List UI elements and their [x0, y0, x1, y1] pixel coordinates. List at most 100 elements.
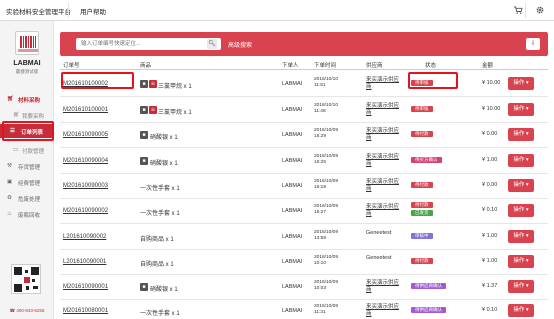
- orderer: LABMAI: [282, 81, 303, 87]
- order-number-link[interactable]: M201610090004: [63, 158, 108, 164]
- status-badge: 待供应商确认: [411, 283, 446, 289]
- sidebar-item-label: 危废处理: [18, 197, 41, 203]
- orderer: LABMAI: [282, 259, 303, 265]
- order-search-input[interactable]: [76, 38, 221, 50]
- sidebar-item-label: 经费管理: [18, 181, 41, 187]
- goods-name: 自购商品 x 1: [140, 237, 174, 243]
- column-header-order-time: 下单时间: [314, 63, 337, 69]
- sidebar-item-label: 材料采购: [18, 98, 41, 104]
- status-badge: 待付款: [411, 202, 433, 208]
- supplier-link[interactable]: 来买演示供应商: [366, 154, 399, 168]
- goods-icon: ■: [140, 131, 148, 139]
- supplier-link[interactable]: 来买演示供应商: [366, 179, 399, 193]
- sidebar-item-payment[interactable]: ▭ 付款管理: [0, 144, 54, 156]
- sidebar-item-my-purchase[interactable]: 🛒︎ 我要采购: [0, 109, 54, 121]
- operation-dropdown-button[interactable]: 操作 ▾: [508, 230, 534, 243]
- orderer: LABMAI: [282, 183, 303, 189]
- order-number-link[interactable]: M201610100001: [63, 107, 108, 113]
- orderer: LABMAI: [282, 158, 303, 164]
- order-time: 2016/10/09 10:03: [314, 280, 339, 291]
- cart-icon[interactable]: [512, 5, 523, 16]
- system-title[interactable]: 实验材料安全管理平台: [6, 6, 71, 16]
- operation-dropdown-button[interactable]: 操作 ▾: [508, 255, 534, 268]
- status-badge: 待付款: [411, 258, 433, 264]
- order-number-link[interactable]: M201610080001: [63, 308, 108, 314]
- qr-code: [11, 264, 41, 294]
- order-number-link[interactable]: M201610090001: [63, 284, 108, 290]
- order-amount: ¥ 1.00: [482, 258, 498, 264]
- top-navbar: 实验材料安全管理平台 用户帮助: [0, 0, 554, 21]
- goods-icon: ■: [140, 283, 148, 291]
- supplier-link[interactable]: 来买演示供应商: [366, 128, 399, 142]
- operation-dropdown-button[interactable]: 操作 ▾: [508, 154, 534, 167]
- order-time: 2016/10/09 16:18: [314, 179, 339, 190]
- orderer: LABMAI: [282, 234, 303, 240]
- sidebar-item-funds[interactable]: ▣ 经费管理: [0, 176, 54, 188]
- goods-name: 一次性手套 x 1: [140, 211, 180, 217]
- order-number-link[interactable]: L201610090002: [63, 234, 106, 240]
- supplier-link[interactable]: 来买演示供应商: [366, 77, 399, 91]
- order-time: 2016/10/09 16:25: [314, 154, 339, 165]
- operation-dropdown-button[interactable]: 操作 ▾: [508, 77, 534, 90]
- search-icon[interactable]: 🔍︎: [207, 39, 217, 49]
- sidebar-item-label: 我要采购: [22, 114, 45, 120]
- operation-dropdown-button[interactable]: 操作 ▾: [508, 204, 534, 217]
- sidebar-item-hazardous-waste[interactable]: ♻ 危废处理: [0, 192, 54, 204]
- order-amount: ¥ 10.00: [482, 80, 501, 86]
- goods-name: 硝酸银 x 1: [150, 287, 178, 293]
- operation-dropdown-button[interactable]: 操作 ▾: [508, 103, 534, 116]
- supplier-link[interactable]: Geneetest: [366, 255, 391, 262]
- orderer: LABMAI: [282, 308, 303, 314]
- table-row: L201610090001 自购商品 x 1 LABMAI 2016/10/09 10:…: [60, 249, 548, 275]
- supplier-link[interactable]: 来买演示供应商: [366, 103, 399, 117]
- box-icon: ⚒: [7, 163, 12, 169]
- sidebar-item-label: 存货管理: [18, 165, 41, 171]
- supplier-link[interactable]: 来买演示供应商: [366, 280, 399, 294]
- order-number-link[interactable]: M201610090005: [63, 132, 108, 138]
- goods-name: 硝酸银 x 1: [150, 135, 178, 141]
- order-amount: ¥ 0.10: [482, 207, 498, 213]
- order-number-link[interactable]: L201610090001: [63, 259, 106, 265]
- sidebar-item-inventory[interactable]: ⚒ 存货管理: [0, 160, 54, 172]
- search-bar: 🔍︎ 高级搜索 ⇩: [60, 32, 548, 56]
- hazard-icon: ☠: [149, 106, 157, 114]
- supplier-link[interactable]: 来买演示供应商: [366, 304, 399, 318]
- operation-dropdown-button[interactable]: 操作 ▾: [508, 179, 534, 192]
- column-header-supplier: 供应商: [366, 63, 383, 69]
- help-link[interactable]: 用户帮助: [80, 6, 106, 16]
- goods-name: 硝酸银 x 1: [150, 161, 178, 167]
- supplier-link[interactable]: 来买演示供应商: [366, 204, 399, 218]
- download-icon[interactable]: ⇩: [526, 38, 540, 50]
- goods-name: 一次性手套 x 1: [140, 186, 180, 192]
- order-time: 2016/10/09 15:27: [314, 204, 339, 215]
- column-header-goods: 商品: [140, 63, 152, 69]
- hazard-icon: ☠: [149, 80, 157, 88]
- table-row: M201610090003 一次性手套 x 1 LABMAI 2016/10/09 16…: [60, 173, 548, 199]
- operation-dropdown-button[interactable]: 操作 ▾: [508, 304, 534, 317]
- status-badge: 待审核: [411, 106, 433, 112]
- column-header-amount: 金额: [482, 63, 494, 69]
- supplier-link[interactable]: Geneetest: [366, 230, 391, 237]
- order-amount: ¥ 1.37: [482, 283, 498, 289]
- operation-dropdown-button[interactable]: 操作 ▾: [508, 128, 534, 141]
- goods-icon: ■: [140, 106, 148, 114]
- sidebar-item-material-purchase[interactable]: 🛒︎ 材料采购: [0, 93, 54, 105]
- order-number-link[interactable]: M201610090003: [63, 183, 108, 189]
- operation-dropdown-button[interactable]: 操作 ▾: [508, 280, 534, 293]
- order-time: 2016/10/09 13:59: [314, 230, 339, 241]
- order-amount: ¥ 10.00: [482, 106, 501, 112]
- gear-icon[interactable]: [534, 5, 545, 16]
- recycle-icon: ♻: [7, 195, 12, 201]
- sidebar-item-bottle-recycling[interactable]: ♨ 废瓶回收: [0, 208, 54, 220]
- advanced-search-link[interactable]: 高级搜索: [228, 40, 252, 49]
- status-badge: 待供应商确认: [411, 307, 446, 313]
- order-number-link[interactable]: M201610090002: [63, 208, 108, 214]
- order-amount: ¥ 0.00: [482, 131, 498, 137]
- cart-icon: 🛒︎: [7, 96, 14, 102]
- goods-icon: ■: [140, 157, 148, 165]
- order-time: 2016/10/10 11:48: [314, 103, 339, 114]
- orderer: LABMAI: [282, 107, 303, 113]
- table-row: M201610090001 ■ 硝酸银 x 1 LABMAI 2016/10/09 10:…: [60, 274, 548, 300]
- status-badge: 审核中: [411, 233, 433, 239]
- sidebar: LABMAI 赢捷测试版 🛒︎ 材料采购 🛒︎ 我要采购 ☰ 订单列表 ▭ 付款…: [0, 21, 54, 319]
